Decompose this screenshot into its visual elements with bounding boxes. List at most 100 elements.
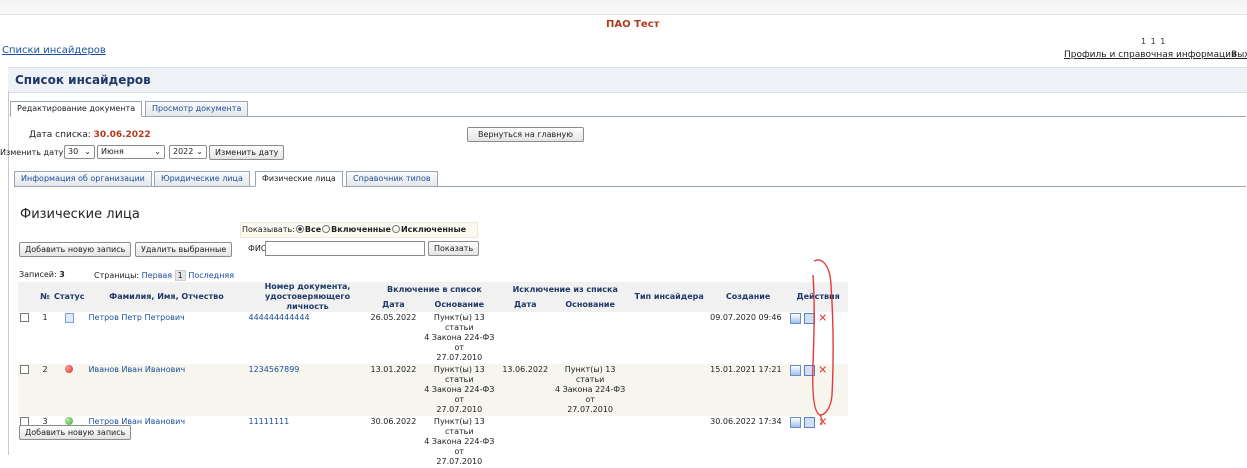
- records-value: 3: [59, 270, 65, 279]
- excluded-status-icon: [65, 365, 74, 373]
- row-checkbox[interactable]: [20, 365, 29, 374]
- show-filter: Показывать: Все Включенные Исключенные: [242, 225, 466, 234]
- row-check-cell: [18, 312, 38, 364]
- row-type: [630, 312, 709, 364]
- breadcrumb-insider-lists[interactable]: Списки инсайдеров: [2, 45, 106, 56]
- change-date-label: Изменить дату:: [0, 148, 67, 157]
- radio-all[interactable]: [295, 225, 304, 233]
- page-last[interactable]: Последняя: [188, 271, 234, 280]
- basis-l2: 4 Закона 224-ФЗ от: [424, 333, 495, 352]
- radio-excluded[interactable]: [391, 225, 400, 233]
- page-current[interactable]: 1: [174, 270, 186, 281]
- day-value: 30: [68, 147, 79, 156]
- tab-organization-info[interactable]: Информация об организации: [14, 171, 152, 187]
- month-select[interactable]: Июня ⌄: [97, 145, 165, 159]
- basis-l3: 27.07.2010: [436, 457, 483, 466]
- page-first[interactable]: Первая: [142, 271, 172, 280]
- col-num: №: [38, 282, 52, 312]
- insiders-table: № Статус Фамилия, Имя, Отчество Номер до…: [18, 282, 849, 468]
- row-doc-link[interactable]: 444444444444: [249, 313, 310, 322]
- row-created: 30.06.2022 17:34: [708, 416, 789, 468]
- row-created: 09.07.2020 09:46: [708, 312, 789, 364]
- table-row[interactable]: 1 Петров Петр Петрович 444444444444 26.0…: [18, 312, 849, 364]
- fio-input[interactable]: [265, 241, 425, 256]
- records-count: Записей: 3: [19, 270, 65, 279]
- row-inc-date: 26.05.2022: [368, 312, 419, 364]
- add-record-button[interactable]: Добавить новую запись: [19, 242, 132, 257]
- row-name: Петров Иван Иванович: [86, 416, 247, 468]
- row-exc-date: [500, 416, 551, 468]
- tab-types-directory[interactable]: Справочник типов: [346, 171, 438, 187]
- basis-l3: 27.07.2010: [436, 353, 483, 362]
- row-doc-link[interactable]: 1234567899: [249, 365, 300, 374]
- row-name-link[interactable]: Петров Петр Петрович: [89, 313, 185, 322]
- basis-l1: Пункт(ы) 13 статьи: [433, 313, 485, 332]
- annotation-mark: [812, 259, 834, 425]
- tab-edit-document[interactable]: Редактирование документа: [10, 101, 143, 117]
- row-name-link[interactable]: Иванов Иван Иванович: [89, 365, 186, 374]
- basis-l1: Пункт(ы) 13 статьи: [433, 417, 485, 436]
- table-row[interactable]: 3 Петров Иван Иванович 11111111 30.06.20…: [18, 416, 849, 468]
- day-select[interactable]: 30 ⌄: [64, 145, 95, 159]
- included-status-icon: [65, 417, 74, 425]
- document-status-icon: [64, 313, 74, 323]
- col-doc-l2: удостоверяющего личность: [264, 292, 351, 311]
- row-doc: 1234567899: [246, 364, 369, 416]
- row-check-cell: [18, 416, 38, 468]
- list-date-value: 30.06.2022: [93, 130, 151, 140]
- row-exc-date: [500, 312, 551, 364]
- col-status: Статус: [52, 282, 87, 312]
- row-num: 3: [38, 416, 52, 468]
- list-date: Дата списка: 30.06.2022: [29, 130, 151, 140]
- pages-label: Страницы:: [94, 271, 140, 280]
- status-cell: [52, 312, 87, 364]
- table-row[interactable]: 2 Иванов Иван Иванович 1234567899 13.01.…: [18, 364, 849, 416]
- show-button[interactable]: Показать: [428, 241, 480, 256]
- col-type: Тип инсайдера: [630, 282, 709, 312]
- row-exc-basis: Пункт(ы) 13 статьи 4 Закона 224-ФЗ от 27.0…: [550, 364, 631, 416]
- row-exc-basis: [550, 416, 631, 468]
- status-cell: [52, 416, 87, 468]
- top-strip: [0, 0, 1247, 15]
- section-title: Физические лица: [20, 207, 140, 222]
- year-value: 2022: [173, 147, 194, 156]
- row-type: [630, 416, 709, 468]
- change-date-button[interactable]: Изменить дату: [209, 145, 285, 160]
- tab-view-document[interactable]: Просмотр документа: [145, 101, 249, 117]
- user-number: 1 1 1: [1141, 37, 1167, 46]
- add-record-button-bottom[interactable]: Добавить новую запись: [19, 425, 132, 440]
- radio-included[interactable]: [322, 225, 331, 233]
- tab-legal-entities[interactable]: Юридические лица: [154, 171, 250, 187]
- page-title: Список инсайдеров: [15, 73, 151, 87]
- delete-selected-button[interactable]: Удалить выбранные: [135, 242, 233, 257]
- tab-individuals[interactable]: Физические лица: [255, 171, 343, 187]
- radio-included-label: Включенные: [331, 225, 391, 234]
- basis-l1: Пункт(ы) 13 статьи: [564, 365, 616, 384]
- month-value: Июня: [101, 147, 124, 156]
- chevron-down-icon: ⌄: [196, 147, 203, 156]
- title-bar: [8, 67, 1247, 93]
- company-name: ПАО Тест: [606, 19, 660, 30]
- col-inc-date: Дата: [368, 297, 419, 312]
- col-check: [18, 282, 38, 312]
- year-select[interactable]: 2022 ⌄: [169, 145, 207, 159]
- row-type: [630, 364, 709, 416]
- pagination: Страницы: Первая 1 Последняя: [94, 270, 234, 281]
- table-header-row: № Статус Фамилия, Имя, Отчество Номер до…: [18, 282, 849, 312]
- list-date-label: Дата списка:: [29, 130, 91, 140]
- col-doc-l1: Номер документа,: [264, 282, 351, 291]
- col-name: Фамилия, Имя, Отчество: [86, 282, 247, 312]
- basis-l2: 4 Закона 224-ФЗ от: [555, 385, 626, 404]
- row-name: Петров Петр Петрович: [86, 312, 247, 364]
- exit-link[interactable]: Выхо: [1231, 50, 1247, 60]
- row-checkbox[interactable]: [20, 313, 29, 322]
- records-label: Записей:: [19, 270, 57, 279]
- row-doc-link[interactable]: 11111111: [249, 417, 290, 426]
- profile-link[interactable]: Профиль и справочная информация: [1064, 50, 1236, 60]
- basis-l1: Пункт(ы) 13 статьи: [433, 365, 485, 384]
- back-to-main-button[interactable]: Вернуться на главную: [467, 127, 584, 142]
- status-cell: [52, 364, 87, 416]
- col-exc-date: Дата: [500, 297, 551, 312]
- col-doc: Номер документа, удостоверяющего личность: [246, 282, 369, 312]
- chevron-down-icon: ⌄: [154, 147, 161, 156]
